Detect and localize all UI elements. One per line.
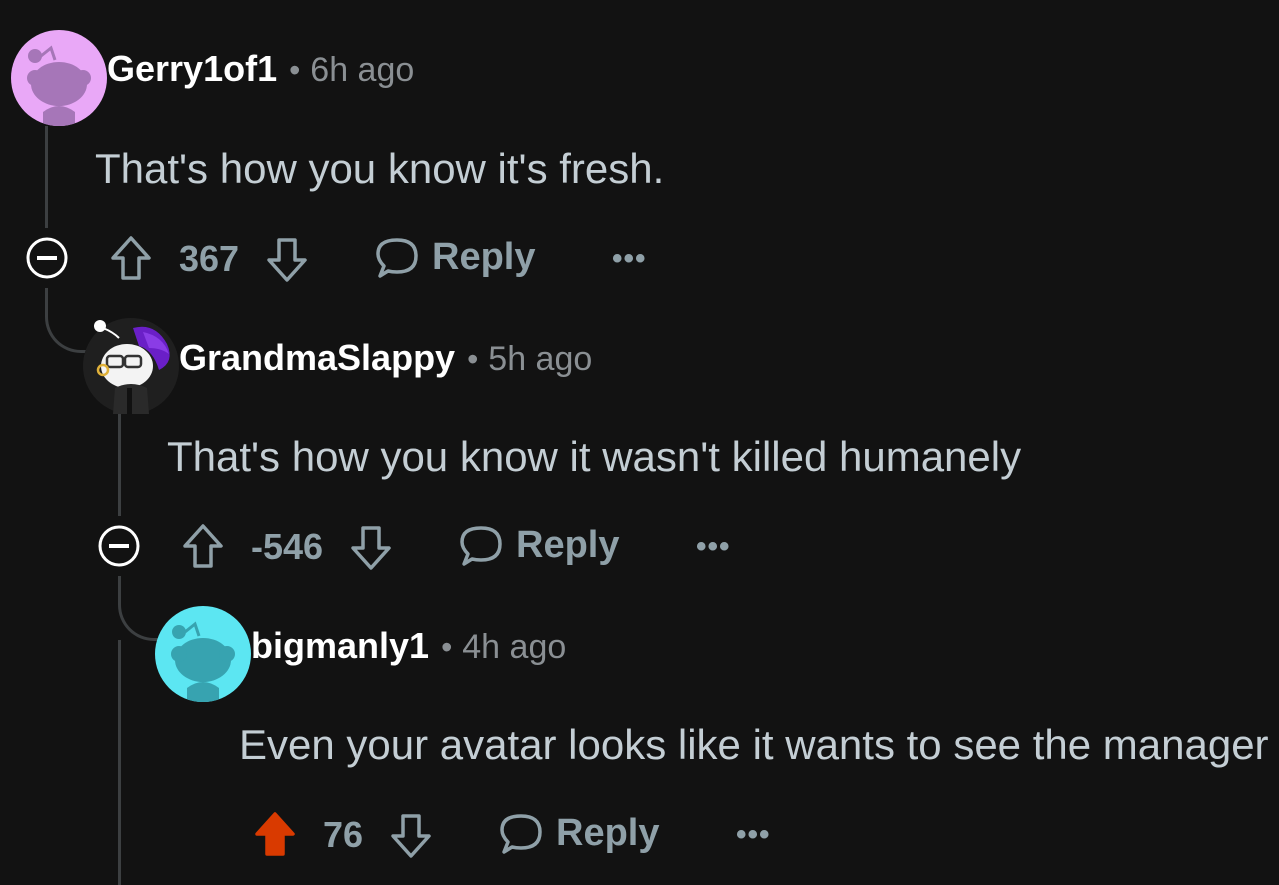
thread-connector-2 [118, 576, 159, 641]
collapse-button[interactable] [25, 236, 69, 280]
downvote-arrow-icon [391, 814, 431, 858]
reply-label: Reply [516, 523, 620, 566]
avatar[interactable] [11, 30, 107, 126]
snoo-avatar-icon [27, 45, 91, 126]
separator-dot: • [467, 341, 479, 377]
upvote-button[interactable] [109, 234, 153, 282]
vote-score: 76 [323, 814, 364, 855]
more-options-button[interactable]: ••• [736, 818, 771, 852]
comment-meta: GrandmaSlappy • 5h ago [179, 337, 592, 379]
timestamp[interactable]: 4h ago [462, 628, 566, 667]
username[interactable]: Gerry1of1 [107, 48, 277, 90]
downvote-button[interactable] [389, 812, 433, 860]
collapse-icon [26, 237, 68, 279]
avatar[interactable] [155, 606, 251, 702]
comment-body: Even your avatar looks like it wants to … [239, 721, 1269, 768]
upvote-arrow-filled-icon [255, 812, 295, 856]
reply-button[interactable]: Reply [498, 810, 659, 856]
speech-bubble-icon [376, 238, 418, 278]
comment-meta: Gerry1of1 • 6h ago [107, 48, 414, 90]
reply-button[interactable]: Reply [458, 522, 619, 568]
thread-line-2[interactable] [118, 414, 121, 516]
downvote-button[interactable] [265, 236, 309, 284]
upvote-arrow-icon [183, 524, 223, 568]
timestamp[interactable]: 6h ago [310, 51, 414, 90]
more-options-button[interactable]: ••• [696, 530, 731, 564]
comment-meta: bigmanly1 • 4h ago [251, 625, 566, 667]
username[interactable]: bigmanly1 [251, 625, 429, 667]
custom-avatar-icon [83, 318, 179, 414]
separator-dot: • [441, 629, 453, 665]
downvote-button[interactable] [349, 524, 393, 572]
avatar[interactable] [83, 318, 179, 414]
reply-label: Reply [556, 811, 660, 854]
vote-score: -546 [251, 526, 324, 567]
collapse-icon [98, 525, 140, 567]
thread-connector-1 [45, 288, 86, 353]
thread-line-1[interactable] [45, 126, 48, 228]
username[interactable]: GrandmaSlappy [179, 337, 455, 379]
snoo-avatar-icon [171, 621, 235, 702]
comment-body: That's how you know it's fresh. [95, 145, 665, 192]
timestamp[interactable]: 5h ago [488, 340, 592, 379]
speech-bubble-icon [500, 814, 542, 854]
vote-score: 367 [179, 238, 240, 279]
comment-body: That's how you know it wasn't killed hum… [167, 433, 1022, 480]
more-options-button[interactable]: ••• [612, 242, 647, 276]
speech-bubble-icon [460, 526, 502, 566]
thread-line-3[interactable] [118, 640, 121, 885]
reply-button[interactable]: Reply [374, 234, 535, 280]
upvote-button[interactable] [181, 522, 225, 570]
upvote-button[interactable] [253, 810, 297, 858]
downvote-arrow-icon [267, 238, 307, 282]
collapse-button[interactable] [97, 524, 141, 568]
downvote-arrow-icon [351, 526, 391, 570]
upvote-arrow-icon [111, 236, 151, 280]
reply-label: Reply [432, 235, 536, 278]
separator-dot: • [289, 52, 301, 88]
